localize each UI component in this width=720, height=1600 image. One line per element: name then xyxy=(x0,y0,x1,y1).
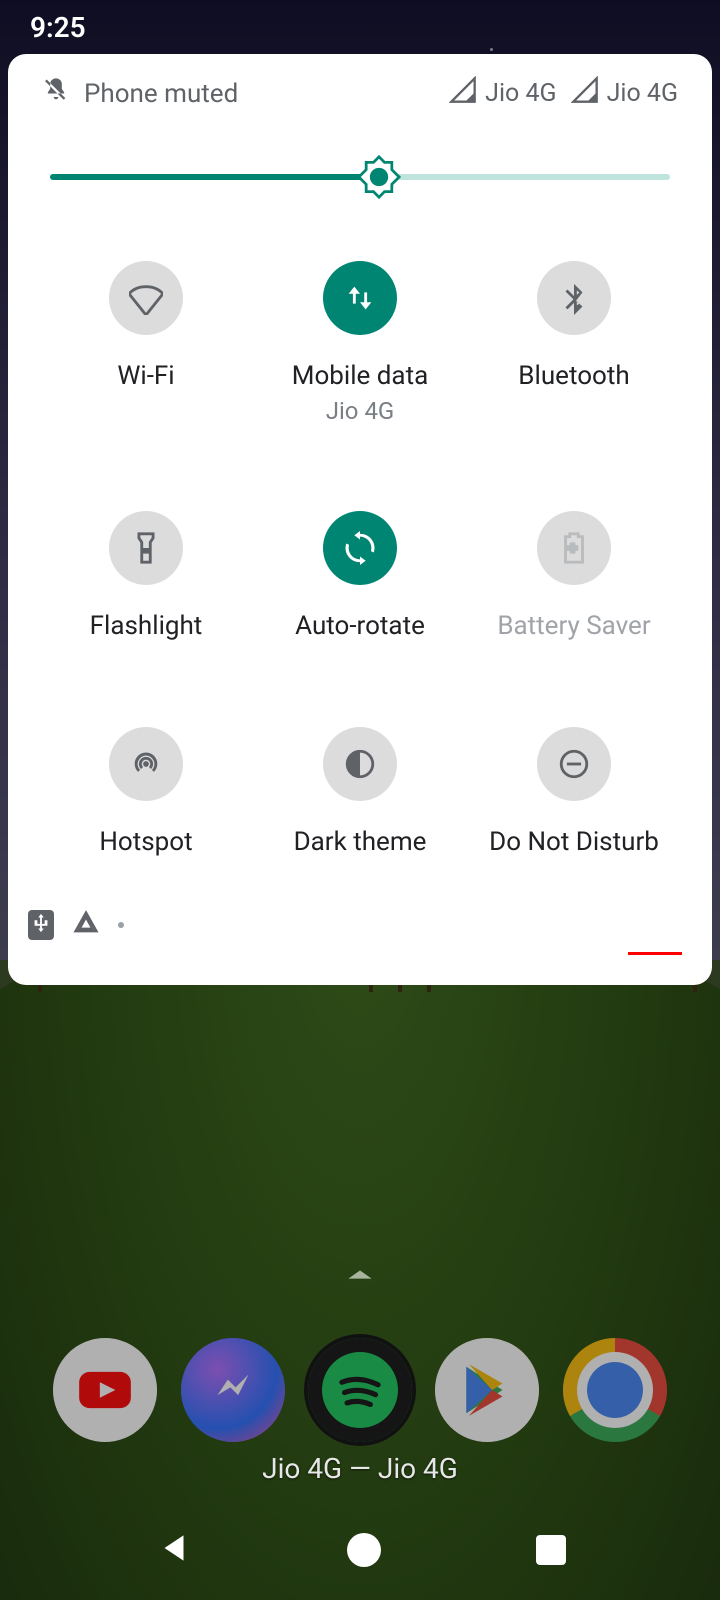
tile-label: Hotspot xyxy=(99,827,192,857)
quick-settings-panel: Phone muted Jio 4G Jio 4G xyxy=(8,54,712,985)
mobile-data-icon xyxy=(323,261,397,335)
tile-sublabel: Jio 4G xyxy=(292,397,428,425)
mute-icon xyxy=(42,76,70,111)
bluetooth-icon xyxy=(537,261,611,335)
tile-label: Dark theme xyxy=(294,827,427,857)
nav-home-button[interactable] xyxy=(347,1533,381,1567)
all-apps-handle[interactable] xyxy=(346,1266,374,1285)
dark-theme-icon xyxy=(323,727,397,801)
app-play-store[interactable] xyxy=(435,1338,539,1442)
navigation-bar xyxy=(0,1500,720,1600)
mute-label: Phone muted xyxy=(84,79,238,109)
tile-label: Mobile data xyxy=(292,361,428,391)
tile-dark-theme[interactable]: Dark theme xyxy=(258,727,462,857)
brightness-slider[interactable] xyxy=(50,157,670,197)
brightness-track-filled xyxy=(50,174,379,180)
signal-icon xyxy=(449,76,477,111)
brightness-thumb[interactable] xyxy=(357,155,401,199)
tile-label: Auto-rotate xyxy=(295,611,425,641)
nav-back-button[interactable] xyxy=(155,1529,193,1571)
qs-tile-grid: Wi-Fi Mobile data Jio 4G Bluetooth xyxy=(44,261,676,857)
drive-icon xyxy=(72,909,100,941)
tile-wifi[interactable]: Wi-Fi xyxy=(44,261,248,425)
qs-header-carriers: Jio 4G Jio 4G xyxy=(449,76,678,111)
signal-icon xyxy=(571,76,599,111)
tile-hotspot[interactable]: Hotspot xyxy=(44,727,248,857)
notification-bar[interactable] xyxy=(8,898,712,952)
hotspot-icon xyxy=(109,727,183,801)
app-messenger[interactable] xyxy=(181,1338,285,1442)
tile-label: Do Not Disturb xyxy=(489,827,659,857)
more-notifications-dot xyxy=(118,922,124,928)
tile-label: Flashlight xyxy=(90,611,203,641)
tile-label: Bluetooth xyxy=(518,361,629,391)
tile-mobile-data[interactable]: Mobile data Jio 4G xyxy=(258,261,462,425)
tile-label: Battery Saver xyxy=(497,611,650,641)
carrier-label: Jio 4G — Jio 4G xyxy=(0,1452,720,1485)
tile-flashlight[interactable]: Flashlight xyxy=(44,511,248,641)
dnd-icon xyxy=(537,727,611,801)
app-spotify[interactable] xyxy=(308,1338,412,1442)
app-youtube[interactable] xyxy=(53,1338,157,1442)
nav-recent-button[interactable] xyxy=(536,1535,566,1565)
carrier-1: Jio 4G xyxy=(485,79,556,108)
wifi-icon xyxy=(109,261,183,335)
auto-rotate-icon xyxy=(323,511,397,585)
tile-auto-rotate[interactable]: Auto-rotate xyxy=(258,511,462,641)
tile-bluetooth[interactable]: Bluetooth xyxy=(472,261,676,425)
clock: 9:25 xyxy=(30,11,86,44)
qs-header: Phone muted Jio 4G Jio 4G xyxy=(38,54,682,121)
battery-saver-icon xyxy=(537,511,611,585)
flashlight-icon xyxy=(109,511,183,585)
carrier-2: Jio 4G xyxy=(607,79,678,108)
usb-icon xyxy=(28,910,54,940)
dock xyxy=(0,1338,720,1442)
tile-label: Wi-Fi xyxy=(117,361,174,391)
app-chrome[interactable] xyxy=(563,1338,667,1442)
tile-do-not-disturb[interactable]: Do Not Disturb xyxy=(472,727,676,857)
tile-battery-saver[interactable]: Battery Saver xyxy=(472,511,676,641)
status-bar: 9:25 xyxy=(0,0,720,54)
